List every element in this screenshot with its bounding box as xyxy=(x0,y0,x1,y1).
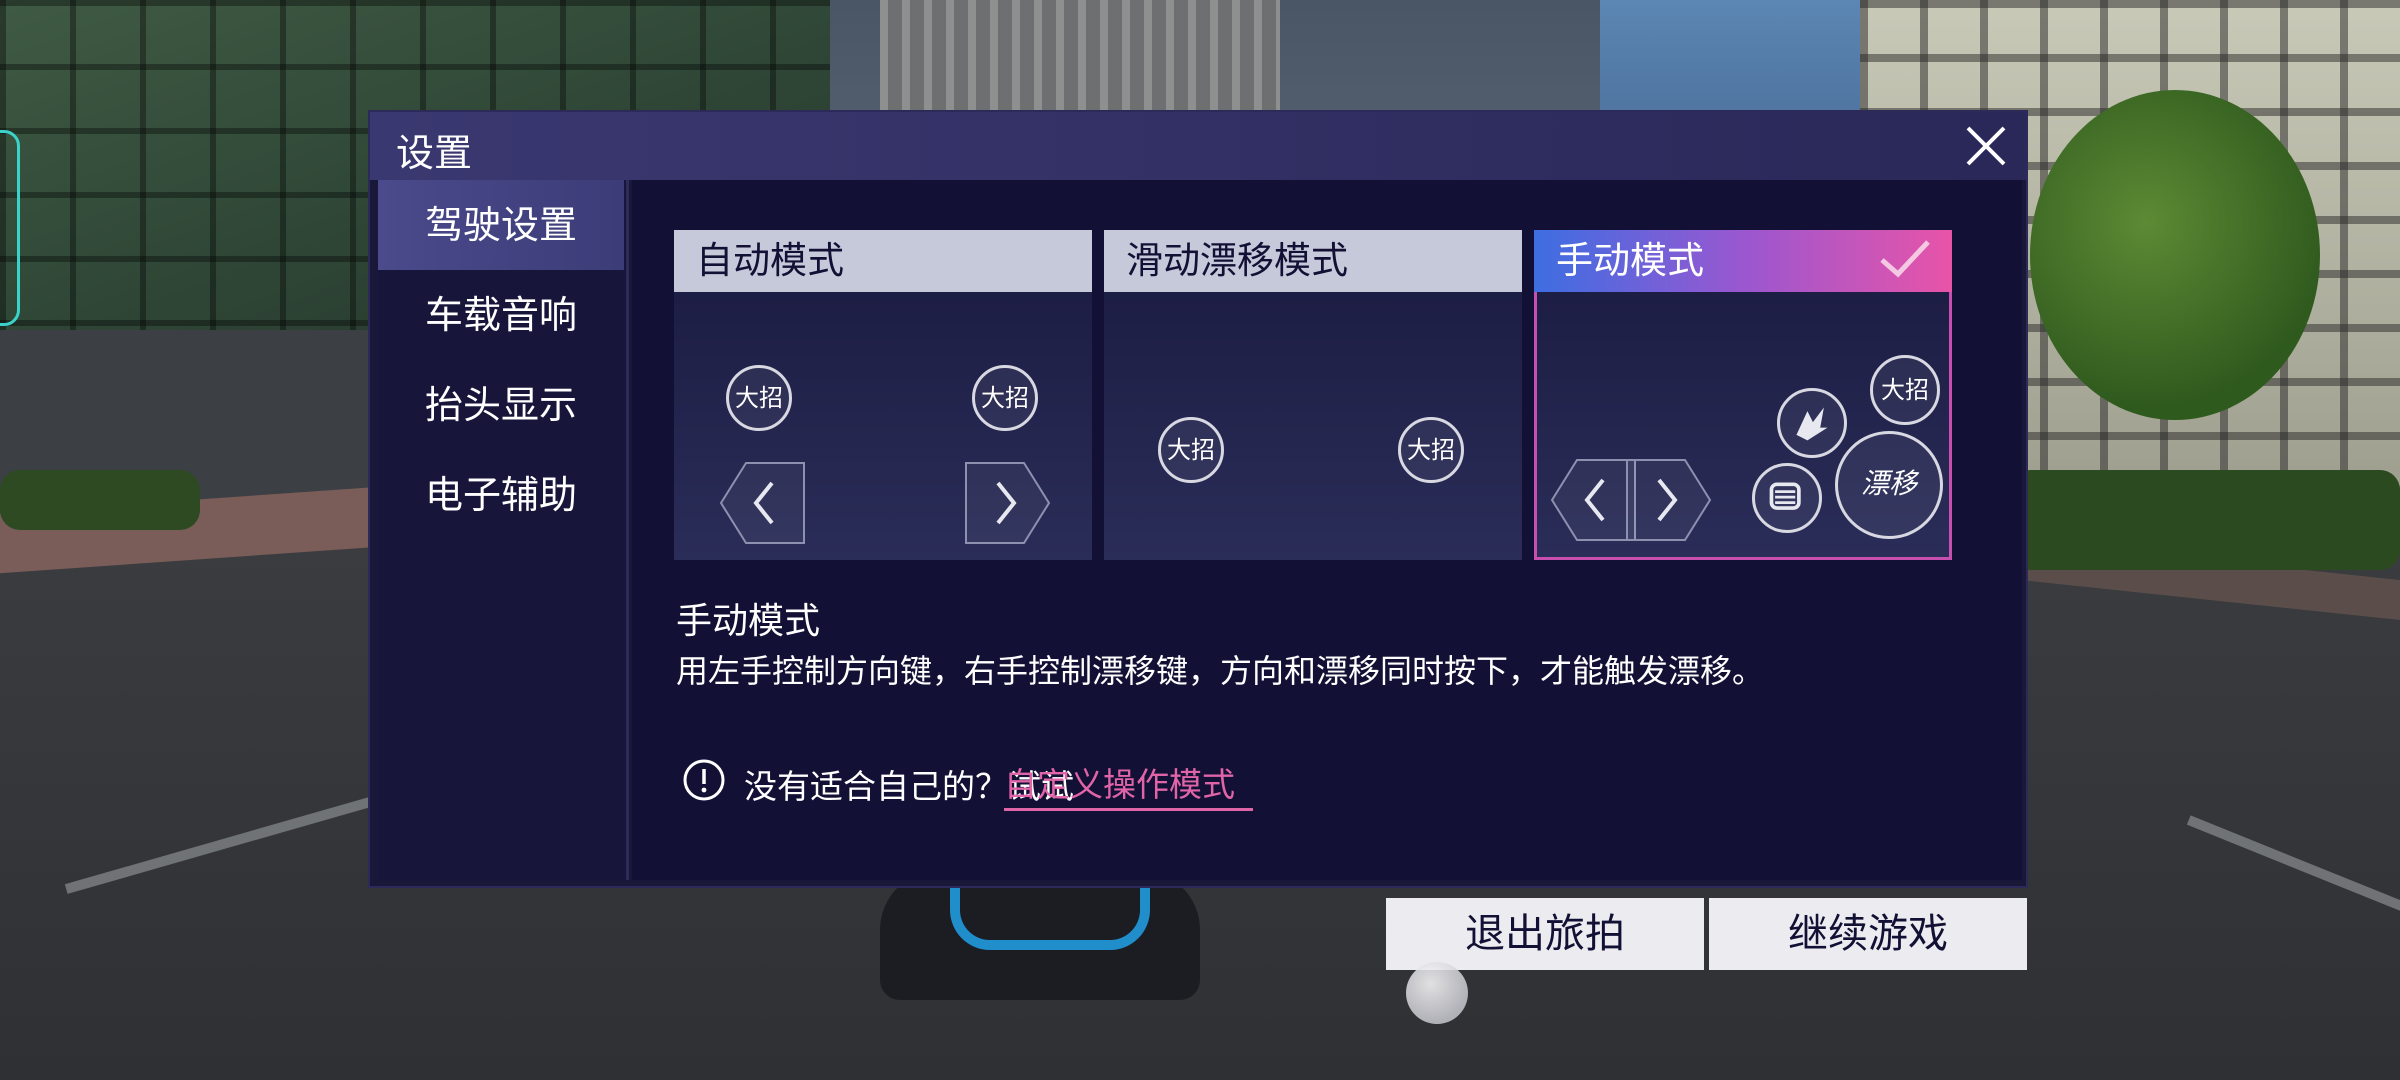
settings-sidebar: 驾驶设置 车载音响 抬头显示 电子辅助 xyxy=(378,180,629,880)
mode-title: 自动模式 xyxy=(674,230,1092,292)
nitro-icon xyxy=(1777,388,1847,458)
car-light xyxy=(950,880,1150,950)
sidebar-item-driving[interactable]: 驾驶设置 xyxy=(378,180,624,270)
brake-icon xyxy=(1752,463,1822,533)
mode-card-slide-drift[interactable]: 滑动漂移模式 大招 大招 xyxy=(1104,230,1522,560)
touch-indicator xyxy=(1406,962,1468,1024)
mode-title: 滑动漂移模式 xyxy=(1104,230,1522,292)
left-arrow-icon xyxy=(1547,455,1637,545)
close-icon xyxy=(1966,126,2006,166)
custom-control-mode-link[interactable]: 自定义操作模式 xyxy=(1004,758,1253,811)
info-icon xyxy=(683,759,725,801)
dialog-title: 设置 xyxy=(396,131,473,175)
side-panel-handle[interactable] xyxy=(0,130,20,326)
sidebar-item-hud[interactable]: 抬头显示 xyxy=(378,360,624,450)
mode-description-title: 手动模式 xyxy=(676,601,821,642)
close-button[interactable] xyxy=(1958,118,2014,174)
hedge-right xyxy=(2010,470,2400,570)
tree xyxy=(2030,90,2320,420)
settings-dialog: 设置 驾驶设置 车载音响 抬头显示 电子辅助 自动模式 大招 大招 滑动漂移模式… xyxy=(368,110,2028,888)
mode-title: 手动模式 xyxy=(1534,230,1952,292)
sidebar-item-audio[interactable]: 车载音响 xyxy=(378,270,624,360)
mode-description-text: 用左手控制方向键，右手控制漂移键，方向和漂移同时按下，才能触发漂移。 xyxy=(676,652,1765,690)
mode-title-text: 手动模式 xyxy=(1556,239,1704,282)
exit-photo-mode-button[interactable]: 退出旅拍 xyxy=(1386,898,1704,970)
mode-card-auto[interactable]: 自动模式 大招 大招 xyxy=(674,230,1092,560)
settings-content: 自动模式 大招 大招 滑动漂移模式 大招 大招 手动模式 大招 漂移 手动模式 … xyxy=(632,180,2022,880)
continue-game-button[interactable]: 继续游戏 xyxy=(1709,898,2027,970)
hedge-left xyxy=(0,470,200,530)
ultimate-button-preview: 大招 xyxy=(1870,355,1940,425)
checkmark-icon xyxy=(1880,240,1930,278)
left-arrow-icon xyxy=(716,458,806,548)
sidebar-item-assist[interactable]: 电子辅助 xyxy=(378,450,624,540)
ultimate-button-preview: 大招 xyxy=(1158,417,1224,483)
ultimate-button-preview: 大招 xyxy=(726,365,792,431)
drift-button-preview: 漂移 xyxy=(1835,431,1943,539)
dialog-header: 设置 xyxy=(370,112,2026,180)
mode-card-manual[interactable]: 手动模式 大招 漂移 xyxy=(1534,230,1952,560)
ultimate-button-preview: 大招 xyxy=(1398,417,1464,483)
right-arrow-icon xyxy=(964,458,1054,548)
ultimate-button-preview: 大招 xyxy=(972,365,1038,431)
right-arrow-icon xyxy=(1625,455,1715,545)
